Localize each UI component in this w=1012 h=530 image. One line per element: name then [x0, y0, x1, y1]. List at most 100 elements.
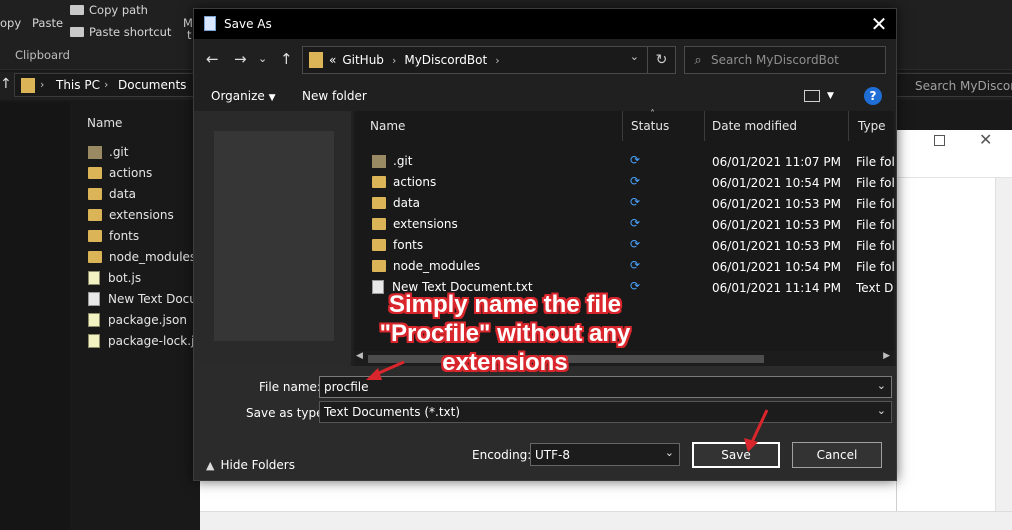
column-headers: ˄ Name Status Date modified Type — [354, 109, 894, 141]
list-item[interactable]: .git — [88, 142, 128, 162]
dialog-navigation-pane[interactable] — [194, 111, 351, 366]
view-options-icon[interactable] — [804, 90, 820, 102]
ribbon-copy-path-button[interactable]: Copy path — [89, 3, 148, 17]
list-item[interactable]: package.json — [88, 310, 187, 330]
table-row[interactable]: data ⟳ 06/01/2021 10:53 PM File folder — [354, 193, 894, 214]
list-item[interactable]: bot.js — [88, 268, 141, 288]
breadcrumb-overflow[interactable]: « — [329, 53, 336, 67]
notepad-icon — [204, 16, 216, 31]
folder-icon — [309, 52, 323, 68]
ribbon-paste-shortcut-button[interactable]: Paste shortcut — [89, 25, 171, 39]
list-item[interactable]: extensions — [88, 205, 174, 225]
table-row[interactable]: fonts ⟳ 06/01/2021 10:53 PM File folder — [354, 235, 894, 256]
list-item[interactable]: fonts — [88, 226, 139, 246]
forward-arrow-icon[interactable]: → — [234, 50, 247, 68]
dialog-search-box[interactable]: ⌕ Search MyDiscordBot — [684, 46, 886, 74]
list-item[interactable]: node_modules — [88, 247, 196, 267]
sync-status-icon: ⟳ — [630, 195, 641, 209]
ribbon-paste-button[interactable]: Paste — [32, 16, 63, 30]
explorer-file-list: Name .git actions data extensions fonts … — [70, 102, 209, 530]
table-row[interactable]: node_modules ⟳ 06/01/2021 10:54 PM File … — [354, 256, 894, 277]
folder-icon — [21, 78, 35, 93]
breadcrumb-github[interactable]: GitHub — [342, 53, 384, 67]
column-header-name[interactable]: Name — [370, 119, 405, 133]
explorer-navigation-pane — [0, 102, 70, 530]
explorer-search-box[interactable]: Search MyDiscordA — [896, 73, 1012, 97]
table-row[interactable]: .git ⟳ 06/01/2021 11:07 PM File folder — [354, 151, 894, 172]
annotation-line: Simply name the file — [388, 291, 622, 318]
folder-icon — [372, 239, 386, 251]
list-item[interactable]: package-lock.jso — [88, 331, 208, 351]
save-as-type-select[interactable]: Text Documents (*.txt) ⌄ — [319, 401, 892, 423]
ribbon-partial-t: t — [187, 28, 192, 42]
cancel-button[interactable]: Cancel — [792, 442, 882, 468]
dialog-title-bar: Save As ✕ — [194, 9, 896, 39]
chevron-down-icon[interactable]: ⌄ — [877, 379, 886, 392]
column-header-date-modified[interactable]: Date modified — [712, 119, 797, 133]
save-as-type-value: Text Documents (*.txt) — [324, 405, 461, 419]
close-icon: ✕ — [870, 12, 888, 36]
table-row[interactable]: actions ⟳ 06/01/2021 10:54 PM File folde… — [354, 172, 894, 193]
folder-icon — [372, 176, 386, 188]
up-arrow-icon[interactable]: ↑ — [0, 76, 12, 92]
new-folder-button[interactable]: New folder — [302, 89, 367, 103]
save-as-dialog: Save As ✕ ← → ⌄ ↑ « GitHub › MyDiscordBo… — [193, 8, 897, 481]
save-button[interactable]: Save — [692, 442, 780, 468]
list-item[interactable]: data — [88, 184, 136, 204]
breadcrumb-documents[interactable]: Documents — [118, 78, 186, 92]
back-arrow-icon[interactable]: ← — [206, 50, 219, 68]
maximize-icon[interactable] — [934, 135, 945, 146]
notepad-horizontal-scrollbar[interactable] — [200, 511, 1012, 530]
column-header-type[interactable]: Type — [858, 119, 886, 133]
encoding-label: Encoding: — [472, 448, 532, 462]
ribbon-copy-button[interactable]: opy — [0, 16, 21, 30]
explorer-search-placeholder: Search MyDiscordA — [915, 79, 1012, 93]
close-button[interactable]: ✕ — [866, 11, 892, 37]
sync-status-icon: ⟳ — [630, 237, 641, 251]
folder-icon — [88, 167, 102, 179]
column-divider[interactable] — [704, 111, 705, 141]
hide-folders-button[interactable]: ▲ Hide Folders — [206, 458, 295, 472]
background-notepad-window: ✕ — [896, 130, 1012, 530]
refresh-button[interactable]: ↻ — [647, 47, 675, 73]
folder-icon — [372, 197, 386, 209]
close-icon[interactable]: ✕ — [979, 130, 992, 149]
table-row[interactable]: extensions ⟳ 06/01/2021 10:53 PM File fo… — [354, 214, 894, 235]
column-header-status[interactable]: Status — [631, 119, 669, 133]
file-name-input[interactable]: procfile ⌄ — [319, 376, 892, 398]
folder-icon — [88, 188, 102, 200]
sync-status-icon: ⟳ — [630, 153, 641, 167]
encoding-select[interactable]: UTF-8 ⌄ — [530, 443, 680, 466]
file-name-value: procfile — [324, 380, 369, 394]
chevron-down-icon[interactable]: ⌄ — [258, 52, 267, 65]
organize-button[interactable]: Organize ▼ — [211, 89, 276, 103]
dialog-save-form: File name: procfile ⌄ Save as type: Text… — [194, 366, 896, 480]
help-button[interactable]: ? — [864, 87, 882, 105]
column-header-name[interactable]: Name — [87, 116, 122, 130]
list-item[interactable]: actions — [88, 163, 152, 183]
script-file-icon — [88, 313, 100, 327]
chevron-down-icon[interactable]: ▼ — [827, 91, 834, 101]
column-divider[interactable] — [848, 111, 849, 141]
dialog-address-bar[interactable]: « GitHub › MyDiscordBot › ⌄ ↻ — [302, 46, 676, 74]
notepad-vertical-scrollbar[interactable] — [995, 178, 1012, 530]
dialog-title: Save As — [224, 17, 272, 31]
folder-icon — [372, 260, 386, 272]
sync-status-icon: ⟳ — [630, 258, 641, 272]
chevron-down-icon: ▼ — [268, 93, 276, 103]
folder-icon — [88, 209, 102, 221]
script-file-icon — [88, 271, 100, 285]
copy-path-icon — [70, 5, 84, 15]
chevron-down-icon[interactable]: ⌄ — [630, 50, 639, 63]
list-item[interactable]: New Text Docum — [88, 289, 209, 309]
scroll-right-icon[interactable]: ▶ — [883, 351, 890, 361]
chevron-up-icon: ▲ — [206, 458, 215, 472]
chevron-right-icon[interactable]: › — [495, 54, 499, 67]
tutorial-annotation: Simply name the file "Procfile" without … — [330, 290, 680, 377]
breadcrumb-mydiscordbot[interactable]: MyDiscordBot — [404, 53, 487, 67]
column-divider[interactable] — [622, 111, 623, 141]
git-folder-icon — [372, 154, 386, 168]
up-arrow-icon[interactable]: ↑ — [280, 50, 293, 68]
annotation-line: extensions — [442, 349, 568, 376]
breadcrumb-this-pc[interactable]: This PC — [56, 78, 100, 92]
